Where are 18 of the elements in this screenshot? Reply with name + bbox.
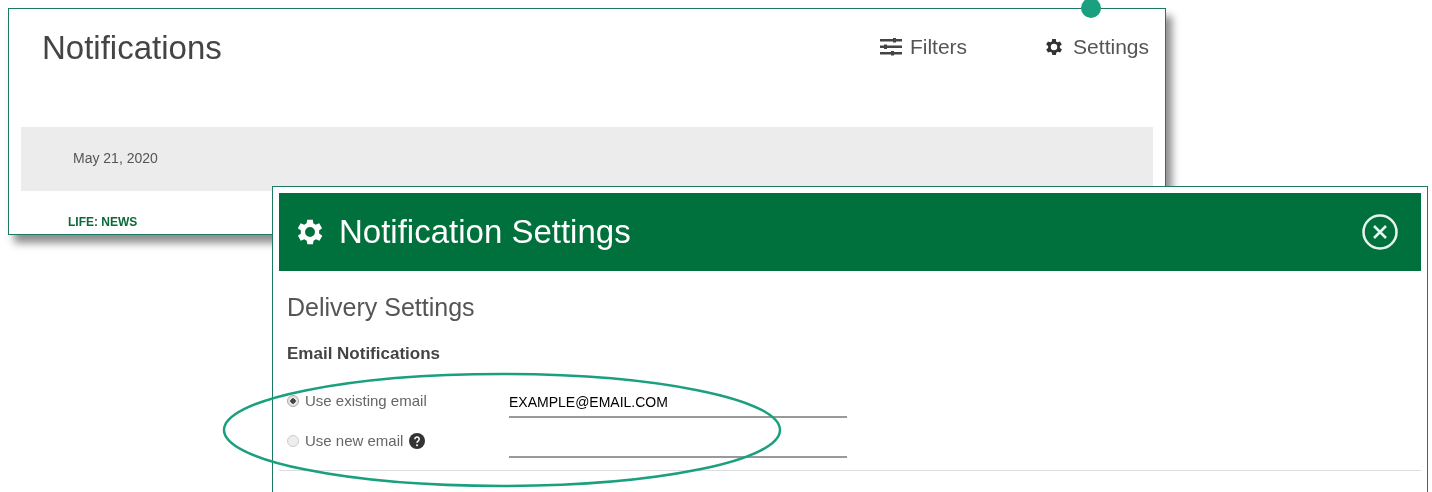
dialog-title: Notification Settings [339,212,631,253]
email-field[interactable]: EXAMPLE@EMAIL.COM [509,388,847,418]
page-title: Notifications [42,28,222,68]
close-icon [1361,213,1399,251]
close-button[interactable] [1361,213,1399,251]
help-icon [409,432,426,449]
option-label: Use new email [305,430,404,451]
date-label: May 21, 2020 [73,149,158,168]
settings-button[interactable]: Settings [1043,31,1149,63]
option-label: Use existing email [305,390,427,411]
radio-button[interactable] [287,394,299,407]
radio-button[interactable] [287,434,299,447]
radio-option[interactable]: Use new email [287,429,509,458]
group-heading: Email Notifications [287,342,442,365]
section-heading: Delivery Settings [287,292,476,323]
filters-button[interactable]: Filters [879,31,968,63]
sliders-icon [879,37,902,56]
radio-option[interactable]: Use existing email [287,389,509,418]
